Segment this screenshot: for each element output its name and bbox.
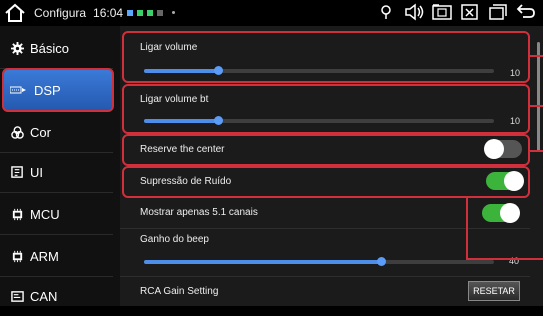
sidebar-item-can[interactable]: CAN [0, 276, 113, 316]
sidebar-item-cor[interactable]: Cor [0, 112, 113, 153]
volume-icon[interactable] [403, 2, 425, 22]
setting-label: Mostrar apenas 5.1 canais [140, 207, 258, 218]
slider-value: 10 [510, 68, 521, 78]
sidebar-item-label: UI [30, 164, 43, 180]
sidebar-item-basico[interactable]: Básico [0, 28, 113, 69]
slider-fill [144, 69, 219, 73]
color-icon [10, 125, 24, 139]
annotation-line [529, 55, 543, 57]
status-bar: Configura 16:04 [0, 0, 543, 25]
setting-rca-gain: RCA Gain Setting RESETAR [120, 277, 530, 305]
toggle-knob [500, 203, 520, 223]
annotation-line [466, 196, 468, 260]
slider-fill [144, 119, 219, 123]
setting-label: Ligar volume [140, 42, 198, 53]
sidebar-item-ui[interactable]: UI [0, 152, 113, 193]
setting-label: Supressão de Ruído [140, 176, 232, 187]
setting-mostrar-51: Mostrar apenas 5.1 canais [120, 198, 530, 229]
ganho-beep-slider[interactable] [144, 257, 494, 266]
notification-icon [147, 9, 154, 16]
reserve-center-toggle[interactable] [484, 139, 522, 159]
sidebar-item-label: MCU [30, 206, 60, 222]
ui-icon [10, 165, 24, 179]
annotation-line [529, 105, 543, 107]
setting-label: Ganho do beep [140, 234, 209, 245]
setting-label: RCA Gain Setting [140, 286, 219, 297]
close-window-icon[interactable] [459, 2, 481, 22]
supressao-ruido-toggle[interactable] [486, 171, 524, 191]
can-icon [10, 289, 24, 303]
setting-ligar-volume-bt: Ligar volume bt 10 [122, 84, 530, 134]
chip-icon [10, 249, 24, 263]
sidebar-item-label: Básico [30, 40, 70, 56]
sidebar-item-label: Cor [30, 124, 51, 140]
mostrar-51-toggle[interactable] [482, 203, 520, 223]
sidebar-item-mcu[interactable]: MCU [0, 194, 113, 235]
notification-icon [127, 9, 134, 16]
setting-label: Ligar volume bt [140, 94, 209, 105]
setting-label: Reserve the center [140, 144, 225, 155]
ligar-volume-bt-slider[interactable] [144, 116, 494, 125]
clock: 16:04 [93, 5, 124, 20]
app-title: Configura [34, 5, 87, 20]
annotation-line [529, 150, 543, 152]
slider-thumb[interactable] [377, 257, 386, 266]
setting-supressao-ruido: Supressão de Ruído [122, 166, 530, 198]
setting-reserve-center: Reserve the center [122, 134, 530, 166]
slider-value: 10 [510, 116, 521, 126]
slider-thumb[interactable] [214, 66, 223, 75]
settings-sidebar: Básico DSP Cor UI MCU ARM CAN [0, 26, 120, 306]
setting-ganho-beep: Ganho do beep 40 [120, 229, 530, 277]
ligar-volume-slider[interactable] [144, 66, 494, 75]
sidebar-item-label: ARM [30, 248, 59, 264]
sidebar-item-arm[interactable]: ARM [0, 236, 113, 277]
annotation-line [466, 258, 543, 260]
sidebar-item-label: CAN [30, 288, 58, 304]
toggle-knob [484, 139, 504, 159]
scrollbar[interactable] [537, 42, 540, 152]
home-icon[interactable] [4, 2, 26, 24]
sidebar-item-label: DSP [34, 82, 61, 98]
back-icon[interactable] [515, 2, 537, 22]
reset-button[interactable]: RESETAR [468, 281, 520, 301]
dsp-icon [10, 83, 28, 97]
notification-icon [137, 9, 144, 16]
notification-icon [157, 9, 164, 16]
settings-panel: Ligar volume 10 Ligar volume bt 10 Reser… [120, 26, 543, 306]
toggle-knob [504, 171, 524, 191]
setting-ligar-volume: Ligar volume 10 [122, 31, 530, 83]
sidebar-item-dsp[interactable]: DSP [2, 68, 114, 112]
recent-apps-icon[interactable] [487, 2, 509, 22]
slider-fill [144, 260, 382, 264]
chip-icon [10, 207, 24, 221]
screenshot-icon[interactable] [431, 2, 453, 22]
location-icon [381, 5, 391, 19]
slider-thumb[interactable] [214, 116, 223, 125]
notification-dot [172, 11, 176, 14]
gear-icon [10, 41, 24, 55]
